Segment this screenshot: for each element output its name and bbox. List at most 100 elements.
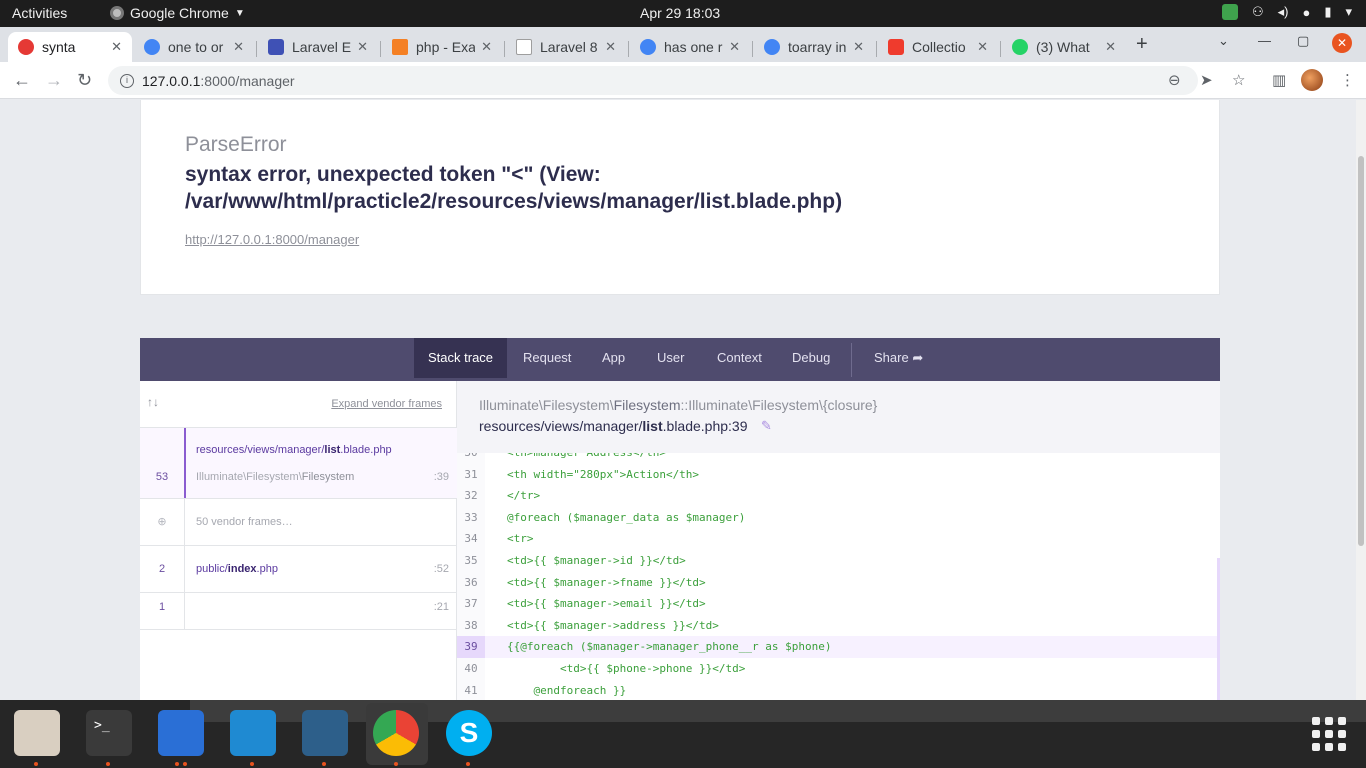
browser-tab[interactable]: has one r ✕	[630, 32, 750, 62]
page-content: ParseError syntax error, unexpected toke…	[0, 100, 1356, 700]
back-button[interactable]: ←	[13, 70, 31, 91]
tab-strip: synta ✕ one to or ✕ Laravel E ✕ php - Ex…	[0, 27, 1366, 62]
zoom-icon[interactable]: ⊖	[1168, 71, 1181, 89]
tab-app[interactable]: App	[588, 338, 639, 378]
clock[interactable]: Apr 29 18:03	[640, 5, 720, 21]
battery-icon[interactable]: ▮	[1324, 4, 1331, 20]
skype-app-icon[interactable]: S	[446, 710, 492, 756]
tab-search-icon[interactable]: ⌄	[1218, 33, 1229, 49]
close-tab-icon[interactable]: ✕	[853, 39, 864, 55]
browser-tab[interactable]: Laravel E ✕	[258, 32, 378, 62]
activities-button[interactable]: Activities	[12, 5, 67, 21]
share-button[interactable]: Share ➦	[860, 338, 937, 378]
tab-debug[interactable]: Debug	[778, 338, 844, 378]
frame-number: 1	[158, 601, 166, 613]
minimize-icon[interactable]: —	[1258, 33, 1271, 48]
tab-separator	[256, 41, 257, 57]
browser-tab[interactable]: toarray in ✕	[754, 32, 874, 62]
browser-tab[interactable]: synta ✕	[8, 32, 132, 62]
code-line: 31 <th width="280px">Action</th>	[457, 463, 1217, 486]
new-tab-button[interactable]: +	[1136, 33, 1148, 56]
running-indicator	[394, 762, 398, 766]
tab-title: Collectio	[912, 39, 966, 55]
browser-tab[interactable]: (3) What ✕	[1002, 32, 1126, 62]
forward-button[interactable]: →	[45, 70, 63, 91]
close-tab-icon[interactable]: ✕	[233, 39, 244, 55]
tab-separator	[1000, 41, 1001, 57]
stack-frame[interactable]: 53 resources/views/manager/list.blade.ph…	[140, 428, 457, 499]
frame-divider	[184, 593, 185, 629]
volume-icon[interactable]: ◂)	[1278, 4, 1289, 20]
tab-favicon-icon	[1012, 39, 1028, 55]
site-info-icon[interactable]: i	[120, 73, 134, 88]
close-tab-icon[interactable]: ✕	[605, 39, 616, 55]
frame-class: Illuminate\Filesystem\Filesystem	[196, 471, 355, 483]
error-url-link[interactable]: http://127.0.0.1:8000/manager	[185, 232, 359, 247]
tab-favicon-icon	[392, 39, 408, 55]
close-tab-icon[interactable]: ✕	[111, 39, 122, 55]
files-app-icon[interactable]	[14, 710, 60, 756]
stack-frame[interactable]: 1 :21	[140, 593, 457, 630]
close-tab-icon[interactable]: ✕	[977, 39, 988, 55]
frame-navigation-arrows-icon[interactable]: ↑↓	[147, 395, 159, 409]
writer-app-icon[interactable]	[158, 710, 204, 756]
code-line: 34 <tr>	[457, 528, 1217, 550]
frame-file-path: resources/views/manager/list.blade.php:3…	[479, 418, 748, 434]
maximize-icon[interactable]: ▢	[1297, 33, 1309, 49]
close-window-button[interactable]: ✕	[1332, 33, 1352, 53]
power-menu-icon[interactable]: ▾	[1345, 4, 1352, 20]
close-tab-icon[interactable]: ✕	[357, 39, 368, 55]
side-panel-icon[interactable]: ▥	[1272, 71, 1286, 89]
chrome-app-icon[interactable]	[373, 710, 419, 756]
system-tray[interactable]: ⚇ ◂) ● ▮ ▾	[1221, 4, 1352, 20]
frame-path: public/index.php	[196, 563, 278, 575]
update-icon[interactable]	[1221, 4, 1238, 20]
running-indicator	[34, 762, 38, 766]
address-bar[interactable]: i 127.0.0.1:8000/manager	[108, 66, 1198, 95]
close-tab-icon[interactable]: ✕	[1105, 39, 1116, 55]
page-scrollbar[interactable]	[1356, 100, 1366, 700]
running-indicator	[183, 762, 187, 766]
error-card: ParseError syntax error, unexpected toke…	[140, 100, 1220, 295]
browser-tab[interactable]: one to or ✕	[134, 32, 254, 62]
microphone-icon[interactable]: ●	[1302, 5, 1310, 20]
tab-separator	[876, 41, 877, 57]
code-line: 30<th>manager Address</th>	[457, 453, 1217, 464]
terminal-app-icon[interactable]: >_	[86, 710, 132, 756]
share-label: Share	[874, 350, 909, 365]
error-type: ParseError	[185, 133, 287, 156]
stack-frame[interactable]: 2 public/index.php :52	[140, 546, 457, 593]
browser-tab[interactable]: Laravel 8 ✕	[506, 32, 626, 62]
expand-vendor-frames-link[interactable]: Expand vendor frames	[331, 398, 442, 410]
menu-kebab-icon[interactable]: ⋮	[1340, 71, 1355, 89]
network-icon[interactable]: ⚇	[1252, 4, 1264, 20]
tab-favicon-icon	[640, 39, 656, 55]
frame-class-name: Illuminate\Filesystem\Filesystem::Illumi…	[479, 397, 878, 413]
running-indicator	[250, 762, 254, 766]
browser-tab[interactable]: php - Exa ✕	[382, 32, 502, 62]
send-icon[interactable]: ➤	[1200, 71, 1213, 89]
tab-stack-trace[interactable]: Stack trace	[414, 338, 508, 378]
tab-separator	[504, 41, 505, 57]
scrollbar-thumb[interactable]	[1358, 156, 1364, 546]
show-applications-icon[interactable]	[1312, 717, 1346, 751]
bookmark-star-icon[interactable]: ☆	[1232, 71, 1245, 89]
edit-pencil-icon[interactable]: ✎	[761, 418, 772, 434]
close-tab-icon[interactable]: ✕	[729, 39, 740, 55]
reload-button[interactable]: ↻	[77, 70, 92, 91]
close-tab-icon[interactable]: ✕	[481, 39, 492, 55]
profile-avatar[interactable]	[1301, 69, 1323, 91]
vendor-frames-row[interactable]: ⊕ 50 vendor frames…	[140, 499, 457, 546]
tab-title: php - Exa	[416, 39, 476, 55]
app-menu[interactable]: Google Chrome ▼	[110, 5, 245, 21]
tab-request[interactable]: Request	[509, 338, 585, 378]
mysql-workbench-app-icon[interactable]	[302, 710, 348, 756]
browser-tab[interactable]: Collectio ✕	[878, 32, 998, 62]
tab-context[interactable]: Context	[703, 338, 776, 378]
tab-user[interactable]: User	[643, 338, 698, 378]
stack-trace-panel: ↑↓ Expand vendor frames 53 resources/vie…	[140, 381, 1220, 700]
tab-title: synta	[42, 39, 76, 55]
code-line: 32 </tr>	[457, 485, 1217, 507]
vscode-app-icon[interactable]	[230, 710, 276, 756]
url-host: 127.0.0.1	[142, 72, 201, 89]
